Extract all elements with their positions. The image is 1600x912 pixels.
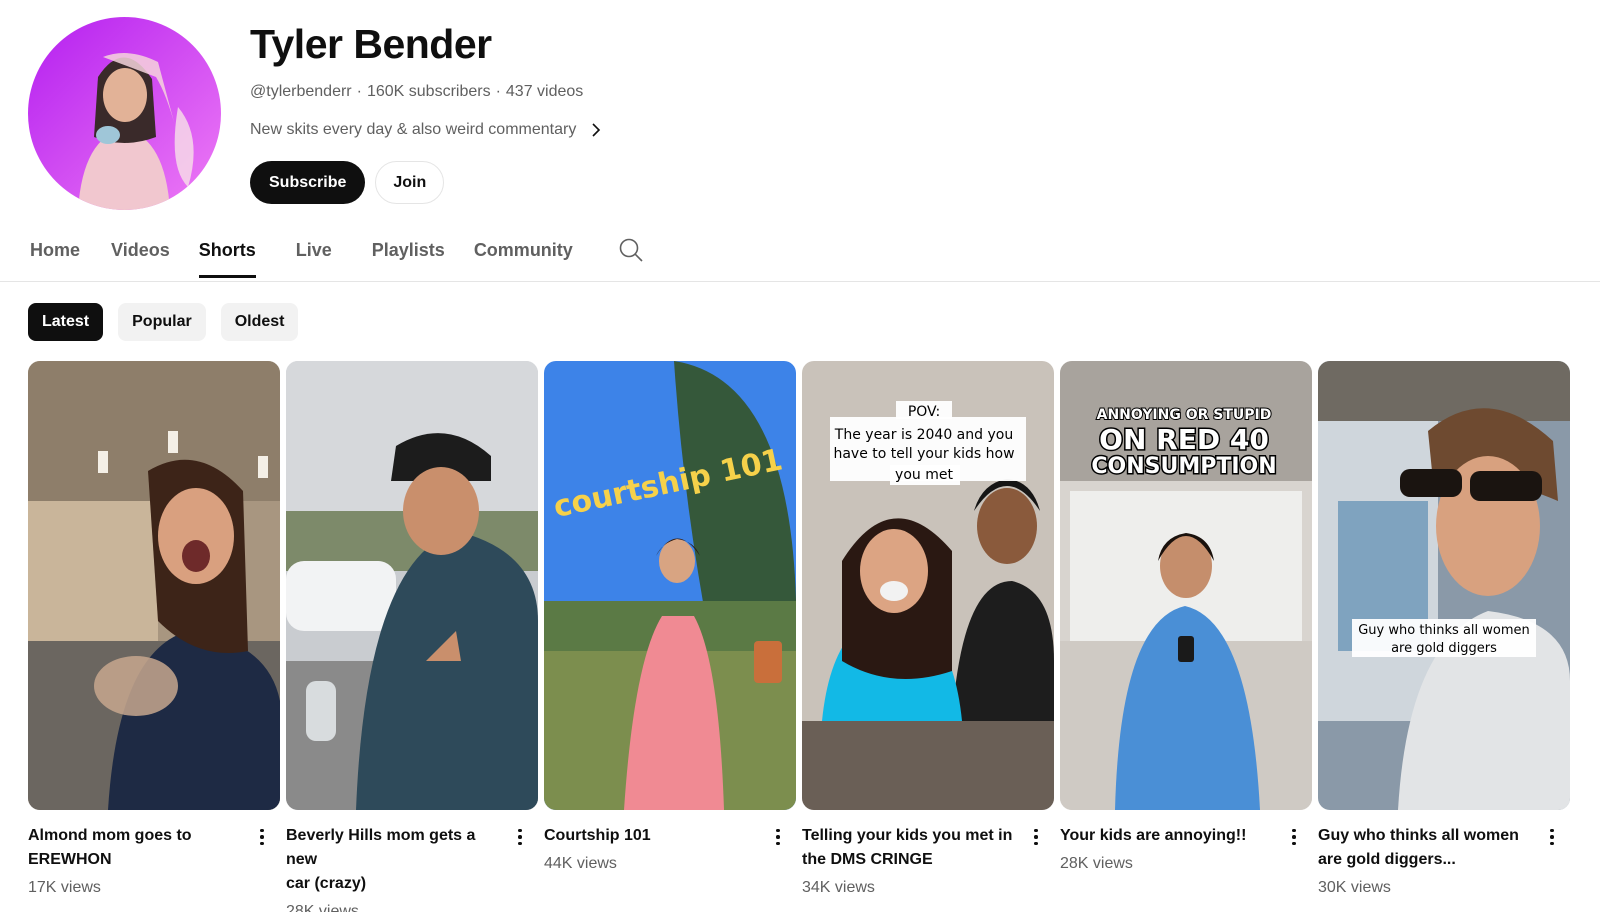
short-thumbnail-caption: are gold diggers (1391, 641, 1497, 656)
short-card: POV: The year is 2040 and you have to te… (802, 361, 1054, 912)
short-title-line: Guy who thinks all women (1318, 827, 1519, 844)
short-view-count: 28K views (286, 903, 359, 912)
short-thumbnail[interactable]: Guy who thinks all women are gold digger… (1318, 361, 1570, 810)
short-thumbnail-image: POV: The year is 2040 and you have to te… (802, 361, 1054, 810)
short-thumbnail-image: ANNOYING OR STUPID ON RED 40 CONSUMPTION (1060, 361, 1312, 810)
short-info: Almond mom goes to EREWHON 17K views (28, 824, 280, 900)
short-title[interactable]: Almond mom goes to EREWHON (28, 824, 252, 872)
short-view-count: 17K views (28, 879, 101, 896)
tab-videos[interactable]: Videos (111, 236, 170, 280)
short-thumbnail-image (286, 361, 538, 810)
short-info: Guy who thinks all women are gold diggers… (1318, 824, 1570, 900)
short-thumbnail-caption: ON RED 40 (1099, 423, 1269, 456)
channel-name: Tyler Bender (250, 21, 492, 67)
short-title-line: are gold diggers... (1318, 851, 1456, 868)
tabs-divider (0, 281, 1600, 282)
short-card: Guy who thinks all women are gold digger… (1318, 361, 1570, 912)
short-thumbnail-caption: Guy who thinks all women (1358, 623, 1530, 638)
short-view-count: 44K views (544, 855, 617, 872)
channel-info: Tyler Bender @tylerbenderr · 160K subscrib… (250, 17, 604, 210)
short-title-line: the DMS CRINGE (802, 851, 933, 868)
short-thumbnail-image (28, 361, 280, 810)
chip-popular[interactable]: Popular (118, 303, 206, 341)
short-card: Almond mom goes to EREWHON 17K views (28, 361, 280, 912)
short-title[interactable]: Beverly Hills mom gets a new car (crazy) (286, 824, 510, 896)
search-icon[interactable] (618, 237, 644, 263)
short-title-line: EREWHON (28, 851, 112, 868)
short-thumbnail[interactable] (286, 361, 538, 810)
short-title-line: Almond mom goes to (28, 827, 192, 844)
tab-playlists[interactable]: Playlists (372, 236, 445, 280)
avatar-image (28, 17, 221, 210)
video-count: 437 videos (505, 83, 584, 100)
channel-avatar[interactable] (28, 17, 221, 210)
short-thumbnail[interactable]: POV: The year is 2040 and you have to te… (802, 361, 1054, 810)
shorts-grid: Almond mom goes to EREWHON 17K views Beve… (28, 361, 1570, 912)
meta-separator: · (356, 83, 362, 100)
join-button[interactable]: Join (375, 161, 445, 204)
channel-meta: @tylerbenderr · 160K subscribers · 437 video… (250, 81, 604, 103)
more-options-icon[interactable] (510, 826, 530, 848)
subscriber-count: 160K subscribers (366, 83, 491, 100)
tab-home[interactable]: Home (30, 236, 80, 280)
short-title[interactable]: Courtship 101 (544, 824, 768, 848)
tab-shorts[interactable]: Shorts (198, 236, 256, 280)
short-thumbnail-caption: The year is 2040 and you (834, 427, 1013, 443)
short-thumbnail-image: courtship 101 (544, 361, 796, 810)
short-title[interactable]: Guy who thinks all women are gold diggers… (1318, 824, 1542, 872)
short-card: Beverly Hills mom gets a new car (crazy) … (286, 361, 538, 912)
short-thumbnail-image: Guy who thinks all women are gold digger… (1318, 361, 1570, 810)
short-thumbnail[interactable] (28, 361, 280, 810)
more-options-icon[interactable] (1542, 826, 1562, 848)
channel-tabs: Home Videos Shorts Live Playlists Commun… (30, 236, 643, 280)
channel-handle: @tylerbenderr (250, 83, 352, 100)
channel-description[interactable]: New skits every day & also weird comment… (250, 119, 604, 141)
meta-separator: · (495, 83, 501, 100)
channel-actions: Subscribe Join (250, 161, 604, 204)
channel-description-text: New skits every day & also weird comment… (250, 121, 577, 138)
short-card: courtship 101 Courtship 101 44K views (544, 361, 796, 912)
short-thumbnail-caption: CONSUMPTION (1091, 454, 1276, 479)
short-view-count: 30K views (1318, 879, 1391, 896)
short-title-line: Telling your kids you met in (802, 827, 1013, 844)
short-title-line: Courtship 101 (544, 827, 651, 844)
short-title-line: Beverly Hills mom gets a new (286, 827, 476, 868)
short-thumbnail-caption: ANNOYING OR STUPID (1097, 407, 1272, 423)
short-title[interactable]: Your kids are annoying!! (1060, 824, 1284, 848)
chip-oldest[interactable]: Oldest (220, 303, 299, 341)
short-thumbnail-caption: you met (895, 467, 953, 483)
more-options-icon[interactable] (1284, 826, 1304, 848)
chevron-right-icon (592, 123, 601, 137)
short-title-line: car (crazy) (286, 875, 367, 892)
more-options-icon[interactable] (252, 826, 272, 848)
channel-header: Tyler Bender @tylerbenderr · 160K subscrib… (28, 17, 604, 210)
tab-community[interactable]: Community (474, 236, 573, 280)
short-thumbnail-caption: POV: (908, 404, 940, 420)
short-view-count: 34K views (802, 879, 875, 896)
short-thumbnail-caption: have to tell your kids how (833, 446, 1014, 462)
more-options-icon[interactable] (1026, 826, 1046, 848)
short-title-line: Your kids are annoying!! (1060, 827, 1247, 844)
more-options-icon[interactable] (768, 826, 788, 848)
short-view-count: 28K views (1060, 855, 1133, 872)
short-info: Courtship 101 44K views (544, 824, 796, 876)
short-title[interactable]: Telling your kids you met in the DMS CRIN… (802, 824, 1026, 872)
sort-chips: Latest Popular Oldest (28, 303, 313, 341)
short-thumbnail[interactable]: ANNOYING OR STUPID ON RED 40 CONSUMPTION (1060, 361, 1312, 810)
short-info: Telling your kids you met in the DMS CRIN… (802, 824, 1054, 900)
short-info: Beverly Hills mom gets a new car (crazy) … (286, 824, 538, 912)
chip-latest[interactable]: Latest (28, 303, 104, 341)
tab-live[interactable]: Live (296, 236, 332, 280)
short-thumbnail[interactable]: courtship 101 (544, 361, 796, 810)
short-card: ANNOYING OR STUPID ON RED 40 CONSUMPTION… (1060, 361, 1312, 912)
subscribe-button[interactable]: Subscribe (250, 161, 366, 204)
short-info: Your kids are annoying!! 28K views (1060, 824, 1312, 876)
